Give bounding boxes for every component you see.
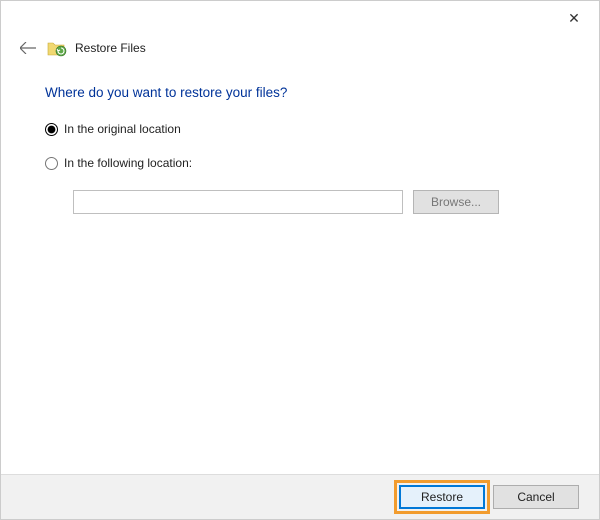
window-title: Restore Files [75,41,146,55]
cancel-button[interactable]: Cancel [493,485,579,509]
close-button[interactable]: ✕ [551,3,597,33]
close-icon: ✕ [568,10,580,27]
page-heading: Where do you want to restore your files? [45,85,555,100]
radio-original[interactable] [45,123,58,136]
path-input[interactable] [73,190,403,214]
browse-button[interactable]: Browse... [413,190,499,214]
option-original-label: In the original location [64,122,181,136]
radio-following[interactable] [45,157,58,170]
option-following-location[interactable]: In the following location: [45,156,555,170]
dialog-header: Restore Files [1,35,599,65]
titlebar: ✕ [1,1,599,35]
restore-folder-icon [47,40,65,56]
restore-button[interactable]: Restore [399,485,485,509]
option-following-label: In the following location: [64,156,192,170]
location-input-row: Browse... [45,190,555,214]
option-original-location[interactable]: In the original location [45,122,555,136]
restore-files-dialog: ✕ Restore Files Where do you want to res… [0,0,600,520]
back-arrow-icon[interactable] [19,39,37,57]
dialog-footer: Restore Cancel [1,474,599,519]
dialog-content: Where do you want to restore your files?… [1,65,599,474]
